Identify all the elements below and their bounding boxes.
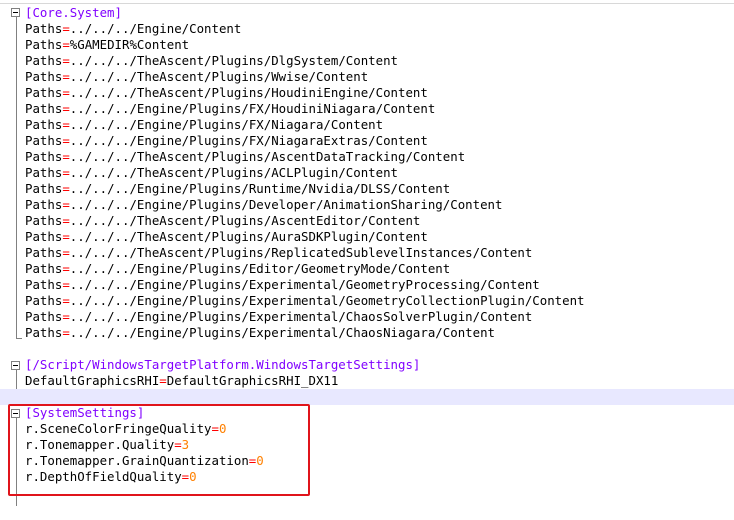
ini-value: ../../../TheAscent/Plugins/ReplicatedSub… (69, 245, 533, 260)
code-line[interactable]: Paths=../../../Engine/Plugins/Experiment… (0, 309, 734, 325)
ini-value: ../../../Engine/Plugins/Developer/Animat… (69, 197, 503, 212)
code-line[interactable]: Paths=../../../TheAscent/Plugins/Houdini… (0, 85, 734, 101)
ini-value: ../../../Engine/Plugins/Editor/GeometryM… (69, 261, 451, 276)
ini-value: ../../../Engine/Plugins/Experimental/Geo… (69, 293, 585, 308)
code-line[interactable]: Paths=../../../Engine/Plugins/FX/Houdini… (0, 101, 734, 117)
ini-key: Paths (25, 197, 63, 212)
equals-sign: = (62, 277, 70, 292)
equals-sign: = (62, 261, 70, 276)
top-divider (0, 3, 734, 4)
code-line[interactable]: Paths=../../../TheAscent/Plugins/AscentD… (0, 149, 734, 165)
equals-sign: = (62, 197, 70, 212)
ini-value: ../../../TheAscent/Plugins/DlgSystem/Con… (69, 53, 399, 68)
equals-sign: = (62, 149, 70, 164)
code-line[interactable]: Paths=../../../TheAscent/Plugins/ACLPlug… (0, 165, 734, 181)
equals-sign: = (62, 101, 70, 116)
ini-value: ../../../Engine/Plugins/FX/NiagaraExtras… (69, 133, 428, 148)
ini-value: ../../../TheAscent/Plugins/HoudiniEngine… (69, 85, 428, 100)
ini-key: Paths (25, 309, 63, 324)
code-line[interactable]: Paths=../../../TheAscent/Plugins/DlgSyst… (0, 53, 734, 69)
ini-key: Paths (25, 21, 63, 36)
ini-key: Paths (25, 277, 63, 292)
code-line[interactable]: Paths=../../../Engine/Content (0, 21, 734, 37)
ini-value: ../../../Engine/Plugins/Experimental/Cha… (69, 325, 495, 340)
ini-value: ../../../Engine/Plugins/FX/HoudiniNiagar… (69, 101, 436, 116)
code-line[interactable]: Paths=../../../TheAscent/Plugins/AscentE… (0, 213, 734, 229)
ini-key: Paths (25, 149, 63, 164)
ini-value: ../../../TheAscent/Plugins/AuraSDKPlugin… (69, 229, 428, 244)
ini-value: ../../../TheAscent/Plugins/ACLPlugin/Con… (69, 165, 399, 180)
ini-key: DefaultGraphicsRHI (25, 373, 160, 388)
ini-key: Paths (25, 53, 63, 68)
ini-key: Paths (25, 165, 63, 180)
current-line-highlight[interactable] (0, 389, 734, 405)
equals-sign: = (159, 373, 167, 388)
ini-value: %GAMEDIR%Content (69, 37, 190, 52)
equals-sign: = (62, 293, 70, 308)
code-line[interactable]: Paths=%GAMEDIR%Content (0, 37, 734, 53)
equals-sign: = (62, 85, 70, 100)
ini-key: Paths (25, 229, 63, 244)
equals-sign: = (62, 37, 70, 52)
equals-sign: = (62, 21, 70, 36)
code-line[interactable]: Paths=../../../Engine/Plugins/Editor/Geo… (0, 261, 734, 277)
code-line[interactable]: Paths=../../../Engine/Plugins/Experiment… (0, 277, 734, 293)
ini-key: Paths (25, 293, 63, 308)
ini-value: ../../../Engine/Plugins/Runtime/Nvidia/D… (69, 181, 451, 196)
code-line[interactable]: Paths=../../../Engine/Plugins/FX/Niagara… (0, 117, 734, 133)
equals-sign: = (62, 53, 70, 68)
ini-value: ../../../TheAscent/Plugins/AscentDataTra… (69, 149, 466, 164)
ini-value: ../../../Engine/Plugins/Experimental/Cha… (69, 309, 533, 324)
ini-editor[interactable]: [Core.System] Paths=../../../Engine/Cont… (0, 0, 734, 520)
equals-sign: = (62, 133, 70, 148)
ini-key: Paths (25, 133, 63, 148)
equals-sign: = (62, 213, 70, 228)
section-header: [Core.System] (25, 5, 122, 20)
ini-key: Paths (25, 325, 63, 340)
equals-sign: = (62, 181, 70, 196)
ini-key: Paths (25, 37, 63, 52)
code-line[interactable]: Paths=../../../Engine/Plugins/Runtime/Nv… (0, 181, 734, 197)
equals-sign: = (62, 165, 70, 180)
ini-value: ../../../TheAscent/Plugins/AscentEditor/… (69, 213, 421, 228)
code-line[interactable]: Paths=../../../Engine/Plugins/Experiment… (0, 293, 734, 309)
ini-value: ../../../Engine/Plugins/FX/Niagara/Conte… (69, 117, 384, 132)
code-line[interactable]: Paths=../../../Engine/Plugins/Developer/… (0, 197, 734, 213)
section-header-line[interactable]: [/Script/WindowsTargetPlatform.WindowsTa… (0, 357, 734, 373)
ini-value: ../../../TheAscent/Plugins/Wwise/Content (69, 69, 369, 84)
section-header: [/Script/WindowsTargetPlatform.WindowsTa… (25, 357, 421, 372)
ini-key: Paths (25, 181, 63, 196)
equals-sign: = (62, 245, 70, 260)
code-line[interactable]: Paths=../../../TheAscent/Plugins/Wwise/C… (0, 69, 734, 85)
code-line[interactable]: Paths=../../../Engine/Plugins/FX/Niagara… (0, 133, 734, 149)
ini-key: Paths (25, 117, 63, 132)
equals-sign: = (62, 229, 70, 244)
ini-value: ../../../Engine/Plugins/Experimental/Geo… (69, 277, 540, 292)
section-header-line[interactable]: [Core.System] (0, 5, 734, 21)
code-line[interactable]: DefaultGraphicsRHI=DefaultGraphicsRHI_DX… (0, 373, 734, 389)
code-line[interactable]: Paths=../../../TheAscent/Plugins/Replica… (0, 245, 734, 261)
ini-value: ../../../Engine/Content (69, 21, 242, 36)
ini-key: Paths (25, 85, 63, 100)
ini-value: DefaultGraphicsRHI_DX11 (166, 373, 339, 388)
equals-sign: = (62, 325, 70, 340)
equals-sign: = (62, 309, 70, 324)
equals-sign: = (62, 69, 70, 84)
ini-key: Paths (25, 245, 63, 260)
equals-sign: = (62, 117, 70, 132)
code-line[interactable]: Paths=../../../TheAscent/Plugins/AuraSDK… (0, 229, 734, 245)
ini-key: Paths (25, 101, 63, 116)
highlight-callout-box (8, 404, 310, 496)
ini-key: Paths (25, 69, 63, 84)
code-line[interactable]: Paths=../../../Engine/Plugins/Experiment… (0, 325, 734, 341)
ini-key: Paths (25, 261, 63, 276)
ini-key: Paths (25, 213, 63, 228)
